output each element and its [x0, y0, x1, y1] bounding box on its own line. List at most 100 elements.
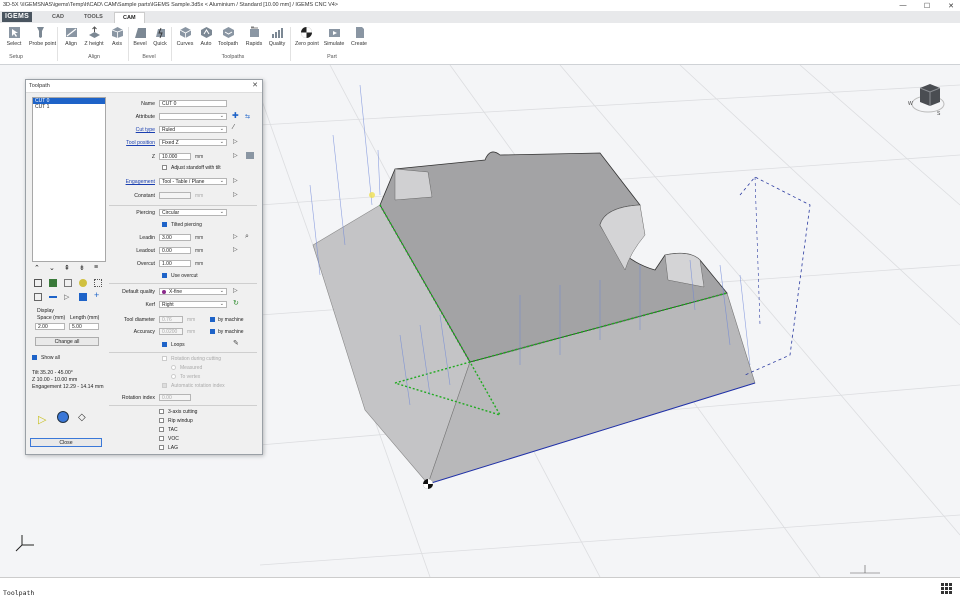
- minus-icon[interactable]: [49, 296, 57, 298]
- tool-diameter-by-machine-checkbox[interactable]: [210, 317, 215, 322]
- quality-button[interactable]: Quality: [266, 26, 288, 47]
- accuracy-input[interactable]: 0.0200: [159, 328, 183, 335]
- piercing-select[interactable]: Circular: [159, 209, 227, 216]
- z-height-button[interactable]: Z height: [83, 26, 105, 47]
- change-all-button[interactable]: Change all: [35, 337, 99, 346]
- leadout-input[interactable]: 0.00: [159, 247, 191, 254]
- rotation-index-input[interactable]: 0.00: [159, 394, 191, 401]
- use-overcut-checkbox[interactable]: [162, 273, 167, 278]
- move-top-icon[interactable]: ⇞: [64, 264, 72, 272]
- dialog-close-icon[interactable]: ✕: [252, 81, 258, 89]
- select-button[interactable]: Select: [3, 26, 25, 47]
- curves-button[interactable]: Curves: [174, 26, 196, 47]
- default-quality-select[interactable]: X-fine: [159, 288, 227, 295]
- rapids-button[interactable]: Rapids: [243, 26, 265, 47]
- window-title: 3D-5X \\IGEMSNAS\igems\Temp\It\CAD\ CAM\…: [3, 2, 339, 8]
- link-icon[interactable]: ⇆: [245, 113, 250, 120]
- dialog-titlebar: Toolpath ✕: [26, 80, 262, 93]
- play-outline-icon[interactable]: ▷: [64, 293, 72, 301]
- target-icon[interactable]: [79, 293, 87, 301]
- measure-icon[interactable]: [246, 152, 254, 159]
- tool-position-link[interactable]: Tool position: [109, 140, 155, 146]
- adjust-standoff-checkbox[interactable]: [162, 165, 167, 170]
- lag-checkbox[interactable]: [159, 445, 164, 450]
- move-up-icon[interactable]: ⌃: [34, 264, 42, 272]
- delete-icon[interactable]: [34, 293, 42, 301]
- minimize-button[interactable]: —: [898, 2, 908, 9]
- z-input[interactable]: 10.000: [159, 153, 191, 160]
- plus-icon[interactable]: ✚: [232, 111, 239, 120]
- globe-icon[interactable]: [57, 411, 69, 423]
- engagement-select[interactable]: Tool - Table / Plane: [159, 178, 227, 185]
- constant-unit: mm: [195, 193, 204, 199]
- maximize-button[interactable]: ☐: [922, 2, 932, 10]
- group-align-label: Align: [88, 54, 100, 60]
- toolpath-button[interactable]: Toolpath: [217, 26, 239, 47]
- overcut-input[interactable]: 1.00: [159, 260, 191, 267]
- rapids-icon: [249, 26, 259, 37]
- cut-list[interactable]: CUT 0 CUT 1: [32, 97, 106, 262]
- constant-label: Constant: [134, 193, 155, 199]
- loops-checkbox[interactable]: [162, 342, 167, 347]
- move-bottom-icon[interactable]: ⇟: [79, 264, 87, 272]
- tool-diameter-input[interactable]: 0.76: [159, 316, 183, 323]
- run-icon[interactable]: ▷: [38, 413, 46, 426]
- leadout-unit: mm: [195, 248, 204, 254]
- pencil-icon[interactable]: ✎: [233, 339, 239, 347]
- create-button[interactable]: Create: [348, 26, 370, 47]
- axis-button[interactable]: Axis: [106, 26, 128, 47]
- tab-cad[interactable]: CAD: [44, 12, 72, 23]
- align-button[interactable]: Align: [60, 26, 82, 47]
- quality-play-icon[interactable]: ▷: [233, 287, 238, 294]
- leadin-input[interactable]: 3.00: [159, 234, 191, 241]
- zero-point-button[interactable]: Zero point: [295, 26, 319, 47]
- constant-play-icon[interactable]: ▷: [233, 191, 238, 198]
- tab-tools[interactable]: TOOLS: [76, 12, 111, 23]
- rip-windup-checkbox[interactable]: [159, 418, 164, 423]
- sort-icon[interactable]: ≡: [94, 264, 102, 272]
- accuracy-by-machine-checkbox[interactable]: [210, 329, 215, 334]
- grid-menu-icon[interactable]: [941, 583, 952, 594]
- list-item[interactable]: CUT 1: [33, 104, 105, 110]
- cut-type-select[interactable]: Ruled: [159, 126, 227, 133]
- grid-icon[interactable]: [94, 279, 102, 287]
- tac-checkbox[interactable]: [159, 427, 164, 432]
- edit-icon[interactable]: ⁄: [233, 124, 234, 131]
- group-part-label: Part: [327, 54, 337, 60]
- tilted-piercing-checkbox[interactable]: [162, 222, 167, 227]
- bevel-button[interactable]: Bevel: [129, 26, 151, 47]
- engagement-play-icon[interactable]: ▷: [233, 177, 238, 184]
- add-icon[interactable]: +: [94, 291, 102, 300]
- leadin-zoom-icon[interactable]: ⌕: [245, 233, 249, 241]
- quick-button[interactable]: Quick: [149, 26, 171, 47]
- move-down-icon[interactable]: ⌄: [49, 264, 57, 272]
- layers-icon[interactable]: ◇: [78, 412, 86, 423]
- leadin-play-icon[interactable]: ▷: [233, 233, 238, 240]
- simulate-button[interactable]: Simulate: [323, 26, 345, 47]
- probe-point-button[interactable]: Probe point: [29, 26, 56, 47]
- cut-type-link[interactable]: Cut type: [109, 127, 155, 133]
- kerf-select[interactable]: Right: [159, 301, 227, 308]
- length-input[interactable]: 5.00: [69, 323, 99, 330]
- frame-icon[interactable]: [34, 279, 42, 287]
- attribute-select[interactable]: [159, 113, 227, 120]
- show-all-checkbox[interactable]: [32, 355, 37, 360]
- name-input[interactable]: CUT 0: [159, 100, 227, 107]
- three-axis-cutting-checkbox[interactable]: [159, 409, 164, 414]
- tool-position-select[interactable]: Fixed Z: [159, 139, 227, 146]
- path-icon[interactable]: [49, 279, 57, 287]
- tool-position-play-icon[interactable]: ▷: [233, 138, 238, 145]
- refresh-icon[interactable]: ↻: [233, 299, 239, 307]
- close-button[interactable]: Close: [30, 438, 102, 447]
- auto-button[interactable]: Auto: [195, 26, 217, 47]
- voc-checkbox[interactable]: [159, 436, 164, 441]
- view-cube[interactable]: W S: [908, 80, 946, 118]
- close-window-button[interactable]: ✕: [946, 2, 956, 10]
- space-input[interactable]: 2.00: [35, 323, 65, 330]
- leadout-play-icon[interactable]: ▷: [233, 246, 238, 253]
- z-play-icon[interactable]: ▷: [233, 152, 238, 159]
- layer-icon[interactable]: [64, 279, 72, 287]
- group-toolpaths-label: Toolpaths: [221, 54, 245, 60]
- color-icon[interactable]: [79, 279, 87, 287]
- engagement-link[interactable]: Engagement: [109, 179, 155, 185]
